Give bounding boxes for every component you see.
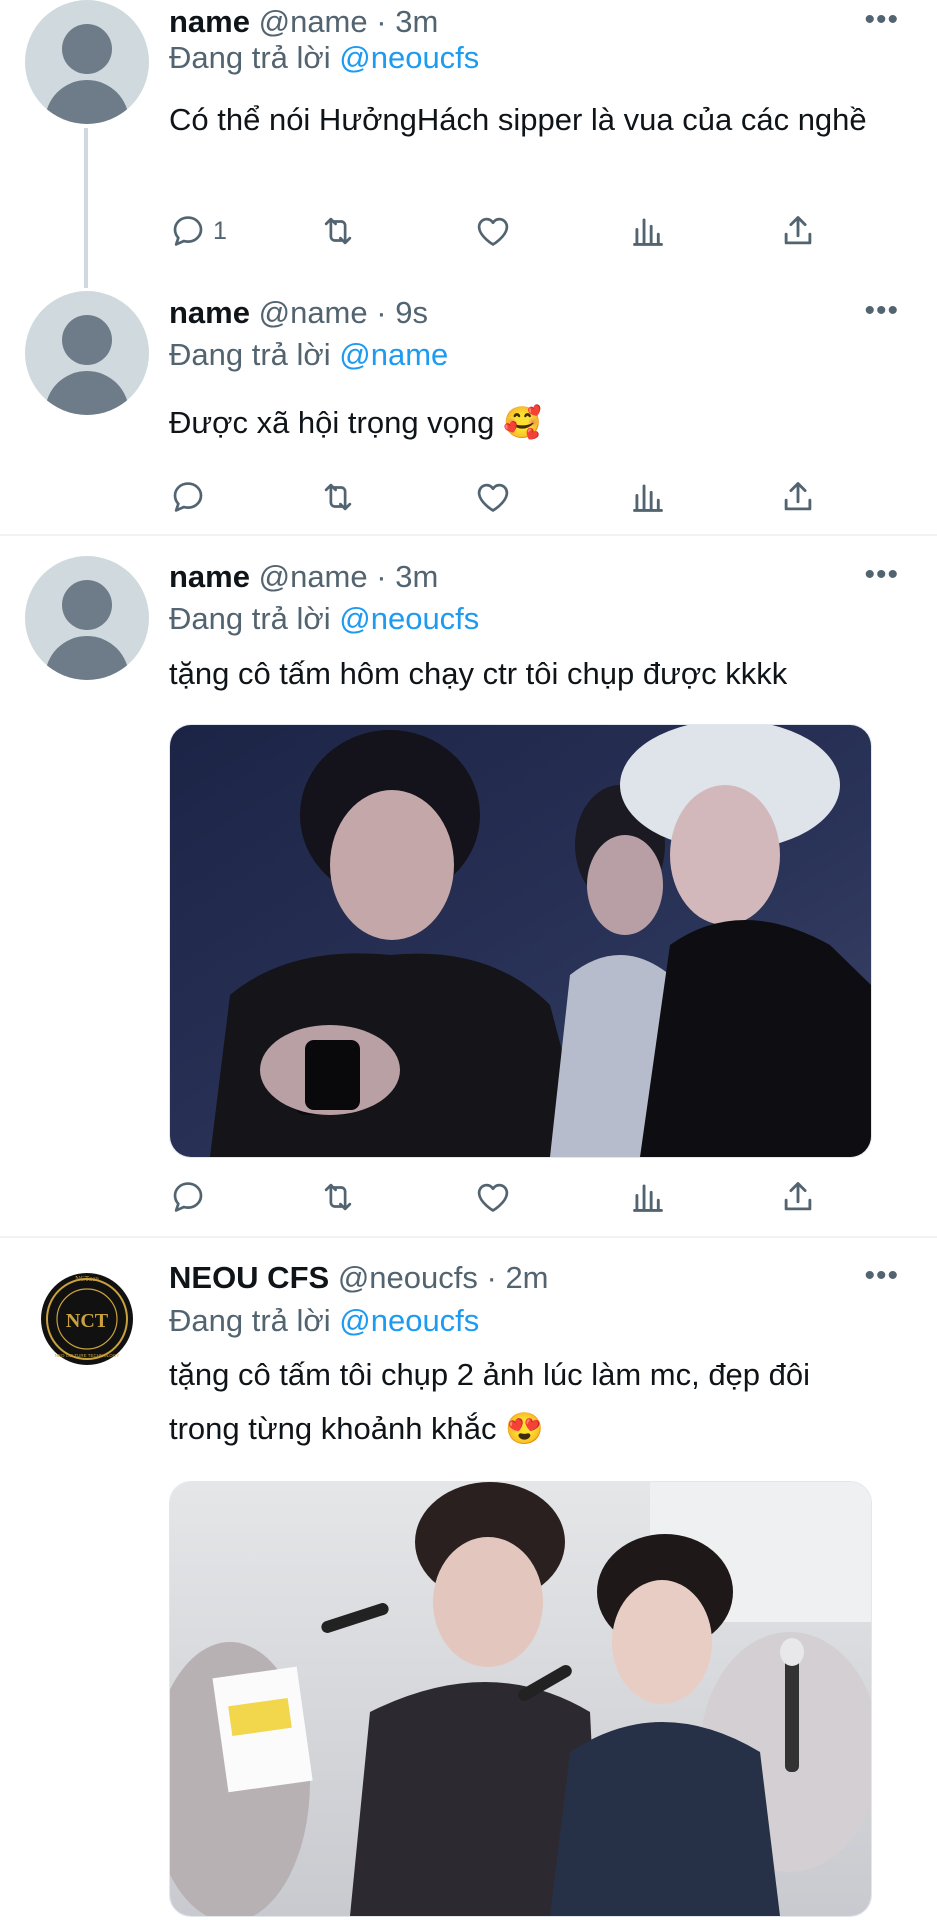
reply-to-handle[interactable]: @neoucfs [339,601,479,636]
more-options-icon[interactable]: ••• [864,296,899,326]
retweet-icon [324,217,352,245]
analytics-icon [633,218,663,246]
user-handle[interactable]: @name [259,295,368,330]
timestamp[interactable]: 9s [395,295,428,330]
avatar[interactable] [25,291,149,415]
emoji: 😍 [505,1411,544,1446]
reply-to-handle[interactable]: @neoucfs [339,40,479,75]
display-name[interactable]: name [169,4,250,39]
tweet-text: Có thể nói HưởngHách sipper là vua của c… [169,102,867,137]
timestamp[interactable]: 2m [505,1260,548,1295]
tweet-text: tặng cô tấm tôi chụp 2 ảnh lúc làm mc, đ… [169,1357,811,1446]
thread-connector [84,128,88,288]
share-icon [784,482,812,511]
retweet-icon [324,483,352,511]
reply-button[interactable] [169,1177,207,1217]
analytics-button[interactable] [629,477,667,517]
nctzen-logo: NCTzen NCT NEO CULTURE TECHNOLOGY [41,1273,133,1365]
analytics-button[interactable] [629,1177,667,1217]
reply-to-handle[interactable]: @neoucfs [339,1303,479,1338]
timestamp[interactable]: 3m [395,559,438,594]
display-name[interactable]: name [169,295,250,330]
share-button[interactable] [779,211,817,251]
share-button[interactable] [779,1177,817,1217]
analytics-icon [633,1184,663,1212]
tweet-actions [169,477,829,517]
svg-text:NEO CULTURE TECHNOLOGY: NEO CULTURE TECHNOLOGY [55,1353,120,1358]
display-name[interactable]: NEOU CFS [169,1260,329,1295]
timestamp[interactable]: 3m [395,4,438,39]
heart-icon [477,483,509,512]
more-options-icon[interactable]: ••• [864,5,899,35]
avatar[interactable] [25,0,149,124]
like-button[interactable] [474,477,512,517]
avatar[interactable] [25,556,149,680]
replying-to: Đang trả lời @name [169,337,449,372]
share-icon [784,1182,812,1211]
like-button[interactable] [474,211,512,251]
share-button[interactable] [779,477,817,517]
reply-icon [173,216,203,246]
svg-text:NCT: NCT [66,1310,109,1332]
tweet-header: name @name · 3m [169,4,439,39]
tweet-header: name @name · 3m [169,559,439,594]
reply-to-handle[interactable]: @name [339,337,448,372]
reply-icon [173,482,203,512]
heart-icon [477,217,509,246]
retweet-button[interactable] [319,211,357,251]
heart-icon [477,1183,509,1212]
emoji: 🥰 [503,405,542,440]
tweet-actions: 1 [169,211,829,251]
more-options-icon[interactable]: ••• [864,560,899,590]
reply-button[interactable]: 1 [169,211,227,251]
tweet-header: NEOU CFS @neoucfs · 2m [169,1260,549,1295]
reply-count: 1 [213,216,227,245]
photo-image [170,1482,871,1916]
user-handle[interactable]: @name [259,559,368,594]
user-handle[interactable]: @neoucfs [338,1260,478,1295]
replying-to: Đang trả lời @neoucfs [169,1303,480,1338]
share-icon [784,216,812,245]
svg-text:NCTzen: NCTzen [75,1275,99,1283]
reply-icon [173,1182,203,1212]
tweet-text: tặng cô tấm hôm chạy ctr tôi chụp được k… [169,656,788,691]
more-options-icon[interactable]: ••• [864,1261,899,1291]
divider [0,1236,937,1238]
replying-to: Đang trả lời @neoucfs [169,601,480,636]
tweet-photo[interactable] [169,724,872,1158]
tweet-text: Được xã hội trọng vọng 🥰 [169,405,542,440]
avatar[interactable]: NCTzen NCT NEO CULTURE TECHNOLOGY [25,1257,149,1381]
like-button[interactable] [474,1177,512,1217]
analytics-button[interactable] [629,211,667,251]
tweet-header: name @name · 9s [169,295,428,330]
photo-image [170,725,871,1157]
display-name[interactable]: name [169,559,250,594]
analytics-icon [633,484,663,512]
reply-button[interactable] [169,477,207,517]
retweet-icon [324,1183,352,1211]
user-handle[interactable]: @name [259,4,368,39]
retweet-button[interactable] [319,1177,357,1217]
tweet-photo[interactable] [169,1481,872,1917]
replying-to: Đang trả lời @neoucfs [169,40,480,75]
divider [0,534,937,536]
retweet-button[interactable] [319,477,357,517]
tweet-actions [169,1177,829,1217]
